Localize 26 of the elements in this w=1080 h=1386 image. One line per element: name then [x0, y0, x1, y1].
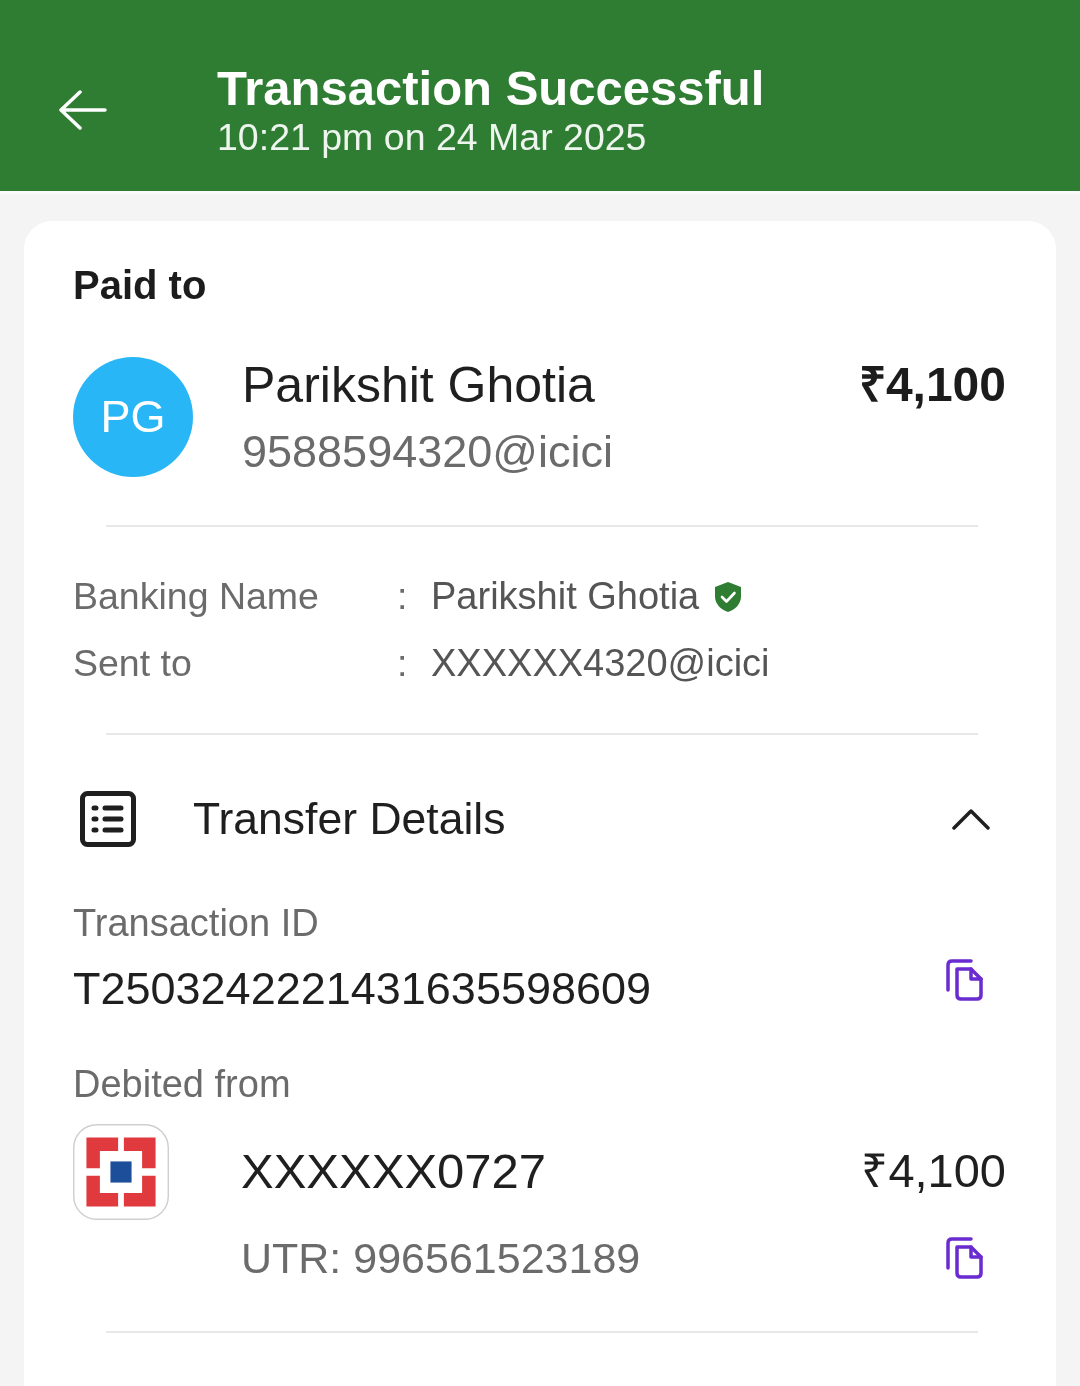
transaction-timestamp: 10:21 pm on 24 Mar 2025	[217, 114, 648, 159]
detail-label: Banking Name	[73, 575, 320, 618]
debited-amount: ₹4,100	[861, 1143, 1006, 1199]
chevron-up-icon[interactable]	[952, 808, 990, 830]
transaction-id: T2503242221431635598609	[73, 964, 652, 1014]
copy-icon[interactable]	[945, 1236, 985, 1280]
utr-number: UTR: 996561523189	[241, 1233, 641, 1283]
avatar: PG	[73, 357, 193, 477]
detail-value: XXXXXX4320@icici	[431, 642, 770, 685]
detail-separator: :	[397, 642, 407, 685]
field-label: Transaction ID	[73, 901, 320, 945]
detail-separator: :	[397, 575, 407, 618]
back-arrow-icon[interactable]	[58, 89, 108, 130]
list-icon	[80, 791, 136, 847]
payee-name: Parikshit Ghotia	[242, 357, 595, 413]
copy-icon[interactable]	[945, 957, 985, 1002]
payee-upi-id: 9588594320@icici	[242, 427, 614, 477]
paid-amount: ₹4,100	[858, 357, 1006, 413]
screen-title: Transaction Successful	[217, 60, 765, 115]
detail-label: Sent to	[73, 642, 193, 685]
account-number: XXXXXX0727	[241, 1143, 547, 1199]
section-heading: Paid to	[73, 262, 208, 308]
detail-value: Parikshit Ghotia	[431, 575, 700, 618]
transfer-details-title[interactable]: Transfer Details	[193, 794, 952, 844]
field-label: Debited from	[73, 1062, 292, 1106]
bank-logo-icon	[73, 1124, 169, 1220]
